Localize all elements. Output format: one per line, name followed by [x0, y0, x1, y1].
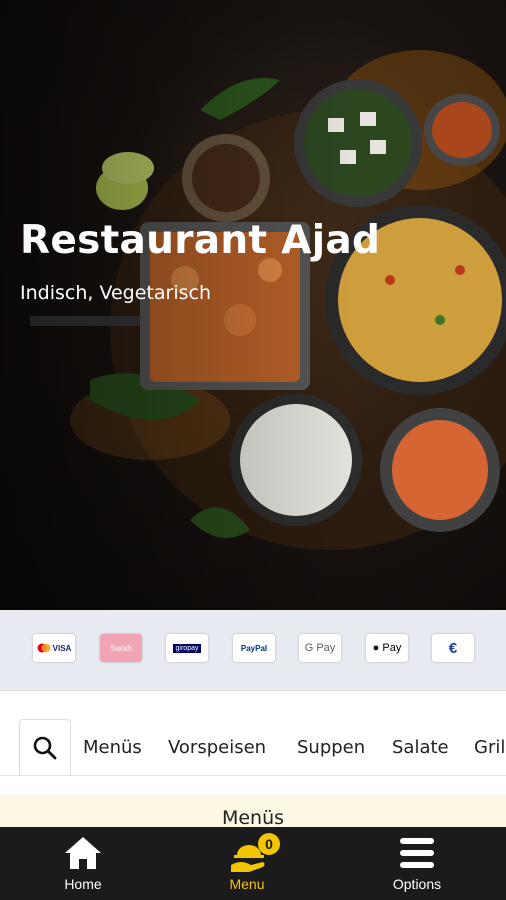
swish-icon: Swish: [100, 634, 142, 662]
apple-pay-icon: ● Pay: [366, 634, 408, 662]
cash-euro-icon: €: [432, 634, 474, 662]
tab-options[interactable]: Options: [357, 827, 477, 900]
tab-menu[interactable]: 0 Menu: [187, 827, 307, 900]
search-button[interactable]: [19, 719, 71, 775]
section-title: Menüs: [221, 807, 285, 829]
category-tab-grill[interactable]: Gril: [474, 737, 505, 758]
google-pay-icon: G Pay: [299, 634, 341, 662]
restaurant-name: Restaurant Ajad: [20, 218, 381, 263]
category-tab-vorspeisen[interactable]: Vorspeisen: [168, 737, 266, 758]
restaurant-cuisine: Indisch, Vegetarisch: [20, 282, 211, 304]
payment-methods: VISA Swish giropay PayPal G Pay ● Pay €: [0, 610, 506, 690]
tab-options-label: Options: [392, 876, 442, 892]
cart-count-badge: 0: [258, 833, 280, 855]
tab-home-label: Home: [64, 876, 102, 892]
hero-overlay: [0, 0, 506, 610]
category-tab-menus[interactable]: Menüs: [83, 737, 142, 758]
category-tab-salate[interactable]: Salate: [392, 737, 449, 758]
mastercard-visa-icon: VISA: [33, 634, 75, 662]
bottom-tab-bar: Home 0 Menu Options: [0, 827, 506, 900]
giropay-icon: giropay: [166, 634, 208, 662]
hero-banner: Restaurant Ajad Indisch, Vegetarisch: [0, 0, 506, 610]
tab-home[interactable]: Home: [23, 827, 143, 900]
search-icon: [33, 736, 57, 759]
divider: [0, 690, 506, 691]
category-tab-suppen[interactable]: Suppen: [297, 737, 365, 758]
home-icon: [65, 837, 101, 869]
category-bar[interactable]: Menüs Vorspeisen Suppen Salate Gril: [0, 719, 506, 776]
tab-menu-label: Menu: [229, 876, 265, 892]
paypal-icon: PayPal: [233, 634, 275, 662]
hamburger-menu-icon: [400, 838, 434, 868]
